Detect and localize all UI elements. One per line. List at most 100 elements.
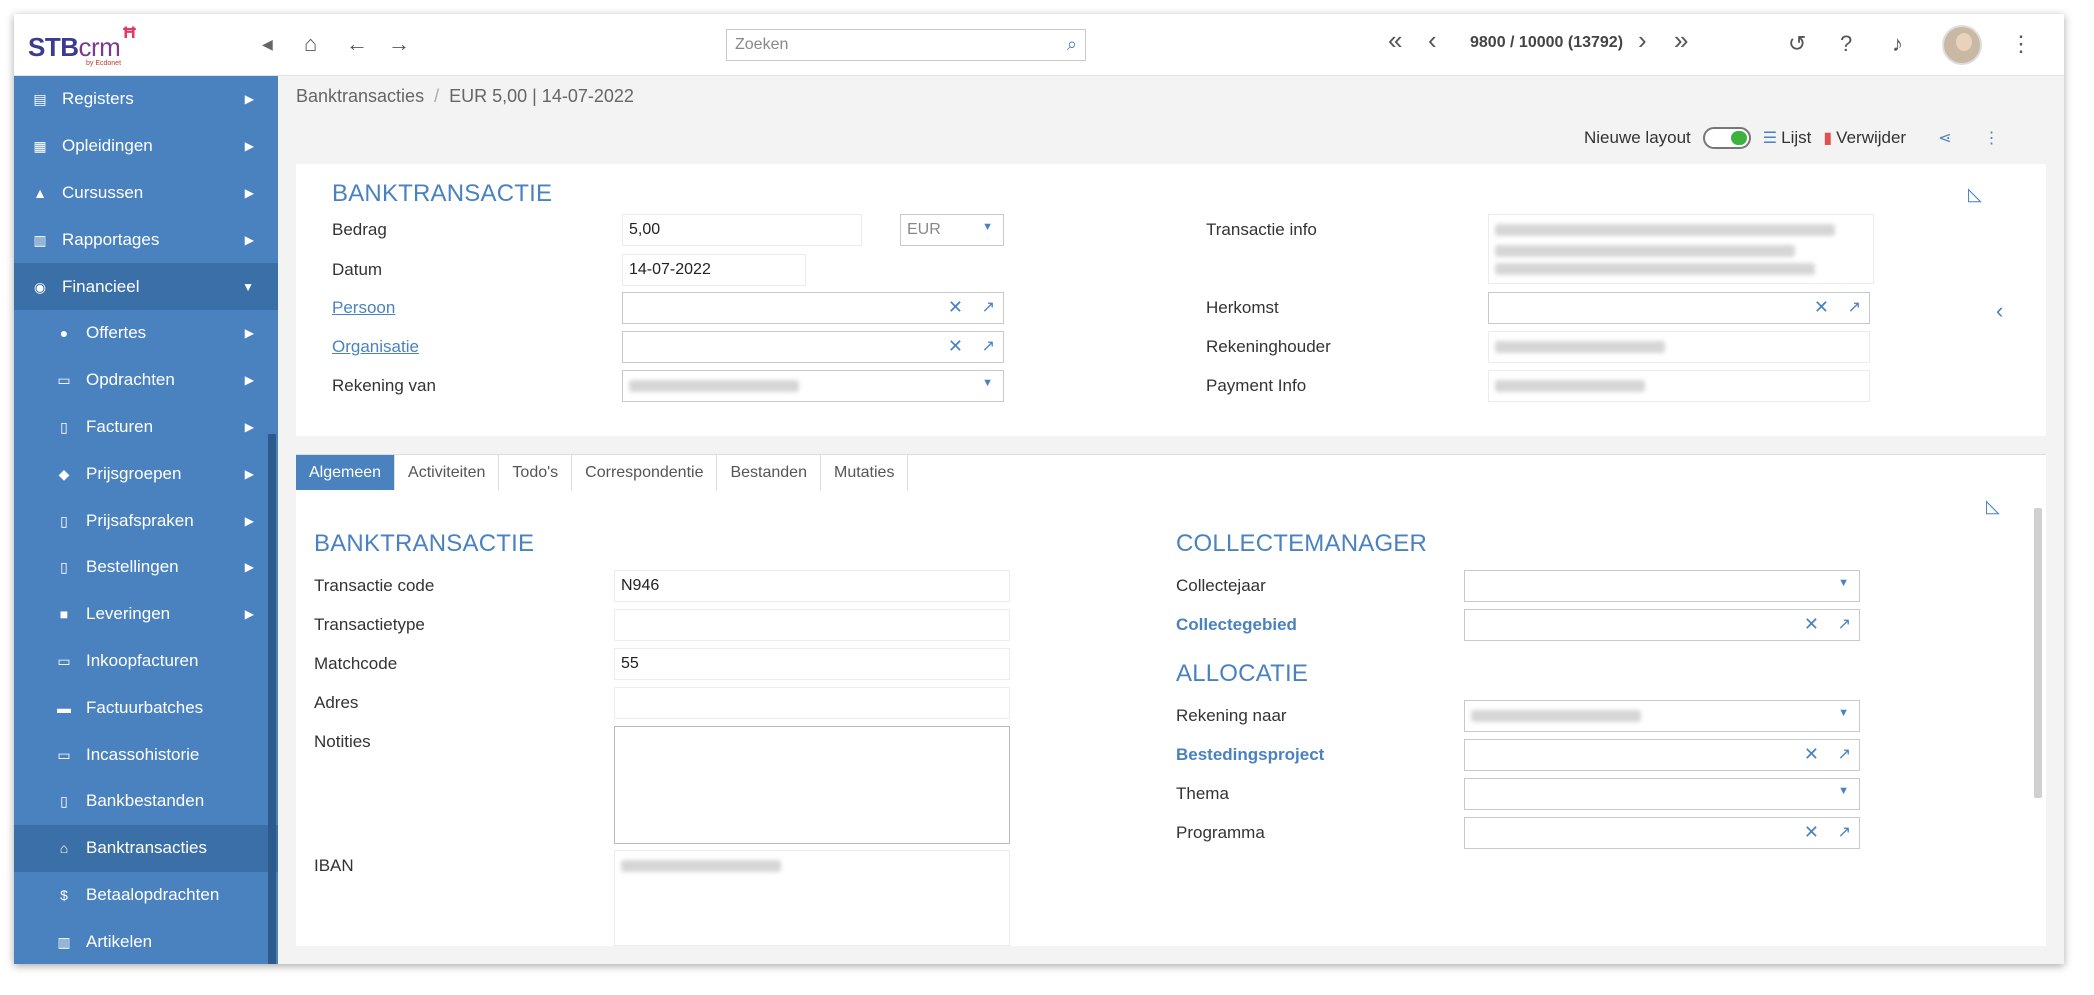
delete-button[interactable]: ▮ Verwijder: [1823, 128, 1906, 148]
clear-icon[interactable]: ✕: [1814, 297, 1829, 318]
currency-select[interactable]: EUR ▼: [900, 214, 1004, 246]
tab-activiteiten[interactable]: Activiteiten: [395, 455, 500, 491]
notities-textarea[interactable]: [614, 726, 1010, 844]
bestedingsproject-field[interactable]: ✕ ↗: [1464, 739, 1860, 771]
bedrag-field[interactable]: 5,00: [622, 214, 862, 246]
avatar[interactable]: [1942, 25, 1982, 65]
transactietype-field[interactable]: [614, 609, 1010, 641]
sidebar-item-incassohistorie[interactable]: ▭ Incassohistorie: [14, 731, 278, 778]
rekeninghouder-field[interactable]: [1488, 331, 1870, 363]
list-button[interactable]: ☰ Lijst: [1763, 128, 1812, 148]
thema-select[interactable]: ▼: [1464, 778, 1860, 810]
sidebar-item-cursussen[interactable]: ▲ Cursussen ▶: [14, 170, 278, 217]
sidebar-item-opdrachten[interactable]: ▭ Opdrachten ▶: [14, 357, 278, 404]
tab-todos[interactable]: Todo's: [499, 455, 573, 491]
sidebar-nav: ▤ Registers ▶ ▦ Opleidingen ▶ ▲ Cursussen ▶ ▥ R…: [14, 76, 278, 964]
file-icon: ▯: [60, 793, 68, 810]
tab-algemeen[interactable]: Algemeen: [296, 455, 396, 491]
sidebar-item-artikelen[interactable]: ▥ Artikelen: [14, 918, 278, 964]
logo[interactable]: STBcrm: [28, 32, 121, 63]
chevron-left-icon[interactable]: ‹: [1996, 298, 2003, 324]
breadcrumb: Banktransacties / EUR 5,00 | 14-07-2022: [296, 86, 634, 106]
payment-info-field[interactable]: [1488, 370, 1870, 402]
sidebar-item-inkoopfacturen[interactable]: ▭ Inkoopfacturen: [14, 638, 278, 685]
organisatie-field[interactable]: ✕ ↗: [622, 331, 1004, 363]
sidebar-item-opleidingen[interactable]: ▦ Opleidingen ▶: [14, 123, 278, 170]
collectegebied-field[interactable]: ✕ ↗: [1464, 609, 1860, 641]
external-link-icon[interactable]: ↗: [1838, 614, 1851, 634]
bell-icon[interactable]: ♪: [1892, 32, 1903, 56]
back-arrow-icon[interactable]: ←: [346, 32, 368, 56]
sidebar-scrollbar[interactable]: [268, 434, 276, 964]
sidebar-item-registers[interactable]: ▤ Registers ▶: [14, 76, 278, 123]
file-dollar-icon: ▯: [60, 559, 68, 576]
clear-icon[interactable]: ✕: [1804, 614, 1819, 635]
external-link-icon[interactable]: ↗: [982, 336, 995, 356]
external-link-icon[interactable]: ↗: [1848, 297, 1861, 317]
sidebar-item-factuurbatches[interactable]: ▬ Factuurbatches: [14, 684, 278, 731]
persoon-link[interactable]: Persoon: [332, 298, 395, 318]
sidebar-item-prijsafspraken[interactable]: ▯ Prijsafspraken ▶: [14, 497, 278, 544]
sidebar-item-financieel[interactable]: ◉ Financieel ▼: [14, 263, 278, 310]
first-record-icon[interactable]: «: [1388, 27, 1402, 53]
programma-field[interactable]: ✕ ↗: [1464, 817, 1860, 849]
datum-field[interactable]: 14-07-2022: [622, 254, 806, 286]
redacted-value: [1495, 223, 1835, 236]
history-icon[interactable]: ↺: [1788, 32, 1806, 56]
previous-record-icon[interactable]: ‹: [1428, 27, 1437, 53]
external-link-icon[interactable]: ↗: [1838, 822, 1851, 842]
sidebar-item-rapportages[interactable]: ▥ Rapportages ▶: [14, 216, 278, 263]
tab-correspondentie[interactable]: Correspondentie: [572, 455, 718, 491]
forward-arrow-icon[interactable]: →: [388, 32, 410, 56]
home-icon[interactable]: ⌂: [304, 32, 317, 56]
detail-panel: ◺ BANKTRANSACTIE Transactie code N946 Tr…: [296, 490, 2046, 946]
search-icon[interactable]: ⌕: [1067, 34, 1077, 55]
adres-field[interactable]: [614, 687, 1010, 719]
search-input[interactable]: Zoeken ⌕: [726, 29, 1086, 61]
bestedingsproject-link[interactable]: Bestedingsproject: [1176, 745, 1324, 765]
more-menu-icon[interactable]: ⋮: [2010, 32, 2032, 56]
tab-bestanden[interactable]: Bestanden: [717, 455, 821, 491]
iban-field[interactable]: [614, 850, 1010, 946]
last-record-icon[interactable]: »: [1674, 27, 1688, 53]
ruler-icon[interactable]: ◺: [1968, 184, 1982, 205]
help-icon[interactable]: ?: [1840, 32, 1852, 56]
collapse-sidebar-icon[interactable]: ◀: [262, 36, 273, 53]
sidebar-item-leveringen[interactable]: ■ Leveringen ▶: [14, 591, 278, 638]
breadcrumb-root[interactable]: Banktransacties: [296, 86, 424, 106]
external-link-icon[interactable]: ↗: [982, 297, 995, 317]
ruler-icon[interactable]: ◺: [1986, 496, 2000, 517]
sidebar-item-offertes[interactable]: ● Offertes ▶: [14, 310, 278, 357]
sidebar-item-prijsgroepen[interactable]: ◆ Prijsgroepen ▶: [14, 450, 278, 497]
external-link-icon[interactable]: ↗: [1838, 744, 1851, 764]
rekening-van-select[interactable]: ▼: [622, 370, 1004, 402]
transactie-code-field[interactable]: N946: [614, 570, 1010, 602]
new-layout-toggle[interactable]: [1702, 127, 1751, 149]
sidebar-item-bankbestanden[interactable]: ▯ Bankbestanden: [14, 778, 278, 825]
logo-area: STBcrm ꟸ by Ecdonet ◀: [14, 14, 278, 76]
clear-icon[interactable]: ✕: [948, 297, 963, 318]
sidebar-item-banktransacties[interactable]: ⌂ Banktransacties: [14, 824, 278, 872]
clear-icon[interactable]: ✕: [1804, 744, 1819, 765]
organisatie-link[interactable]: Organisatie: [332, 337, 419, 357]
collectejaar-select[interactable]: ▼: [1464, 570, 1860, 602]
rekening-naar-select[interactable]: ▼: [1464, 700, 1860, 732]
thema-label: Thema: [1176, 784, 1229, 803]
sidebar-item-facturen[interactable]: ▯ Facturen ▶: [14, 404, 278, 451]
graduation-cap-icon: ▲: [33, 184, 47, 201]
clear-icon[interactable]: ✕: [948, 336, 963, 357]
rekening-van-label: Rekening van: [332, 376, 436, 395]
transactie-info-field[interactable]: [1488, 214, 1874, 284]
matchcode-field[interactable]: 55: [614, 648, 1010, 680]
sidebar-item-bestellingen[interactable]: ▯ Bestellingen ▶: [14, 544, 278, 591]
share-button[interactable]: ⋖: [1938, 128, 1951, 148]
sidebar-item-betaalopdrachten[interactable]: $ Betaalopdrachten: [14, 872, 278, 919]
herkomst-field[interactable]: ✕ ↗: [1488, 292, 1870, 324]
persoon-field[interactable]: ✕ ↗: [622, 292, 1004, 324]
clear-icon[interactable]: ✕: [1804, 822, 1819, 843]
next-record-icon[interactable]: ›: [1638, 27, 1647, 53]
collectegebied-link[interactable]: Collectegebied: [1176, 615, 1297, 635]
more-actions-button[interactable]: ⋮: [1984, 128, 2000, 148]
tab-mutaties[interactable]: Mutaties: [821, 455, 909, 491]
detail-scrollbar[interactable]: [2034, 508, 2042, 798]
